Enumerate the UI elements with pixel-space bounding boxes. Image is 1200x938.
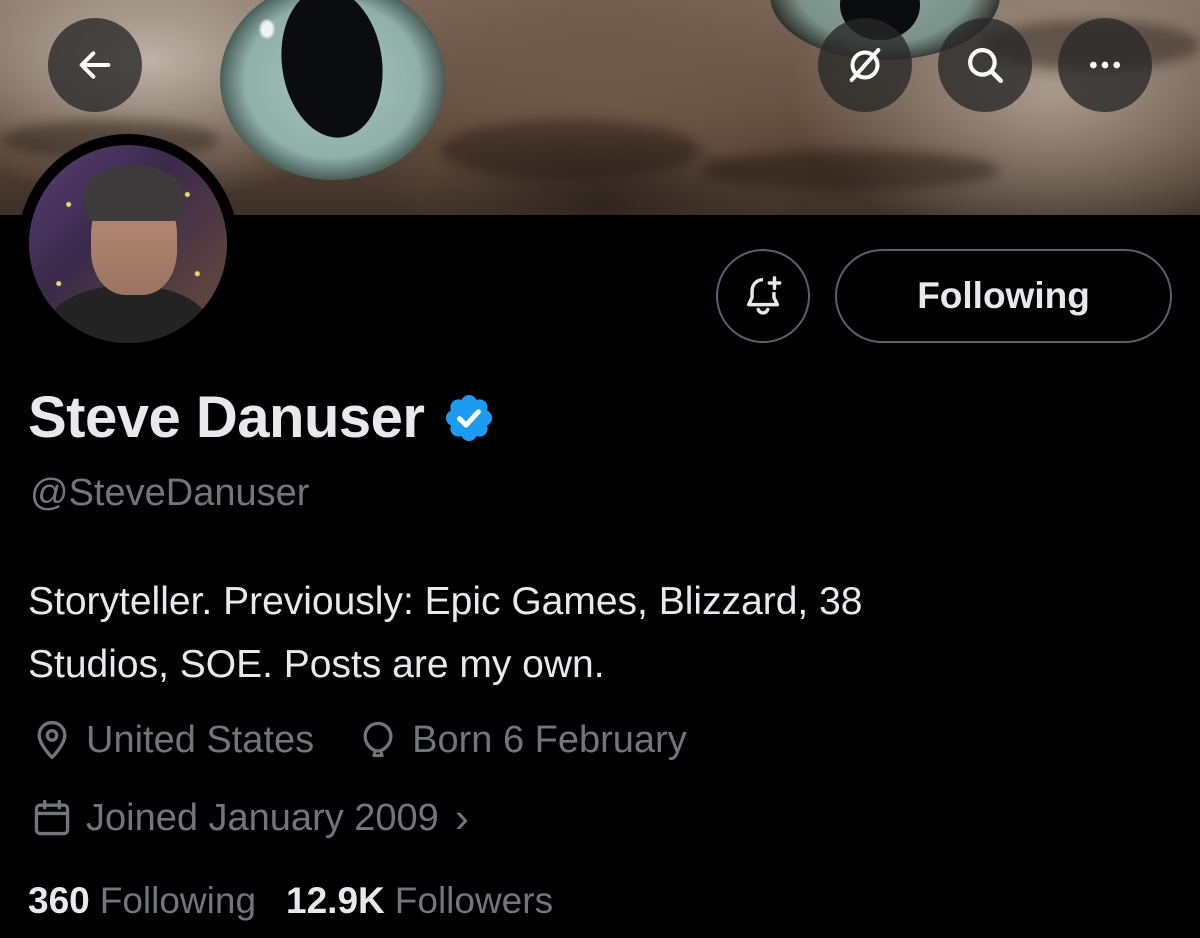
more-options-button[interactable] <box>1058 18 1152 112</box>
profile-meta-row: United States Born 6 February <box>30 718 687 762</box>
profile-location: United States <box>30 718 314 762</box>
followers-count: 12.9K <box>286 880 385 921</box>
ellipsis-icon <box>1090 61 1120 69</box>
following-label: Following <box>99 880 257 921</box>
back-button[interactable] <box>48 18 142 112</box>
search-button[interactable] <box>938 18 1032 112</box>
profile-joined-row[interactable]: Joined January 2009 › <box>30 794 469 842</box>
grok-button[interactable] <box>818 18 912 112</box>
verified-badge-icon[interactable] <box>442 391 496 445</box>
notifications-toggle-button[interactable] <box>716 249 810 343</box>
bell-plus-icon <box>746 276 782 315</box>
profile-birthday: Born 6 February <box>356 718 687 762</box>
followers-count-link[interactable]: 12.9K Followers <box>286 880 553 922</box>
bio-line: Storyteller. Previously: Epic Games, Bli… <box>28 580 863 623</box>
avatar-photo <box>29 145 227 343</box>
profile-handle: @SteveDanuser <box>30 472 310 514</box>
arrow-left-icon <box>79 51 111 79</box>
grok-icon <box>849 48 881 82</box>
following-button[interactable]: Following <box>835 249 1172 343</box>
profile-stats: 360 Following 12.9K Followers <box>28 880 583 922</box>
profile-avatar[interactable] <box>18 134 238 354</box>
balloon-icon <box>363 721 393 758</box>
calendar-icon <box>34 799 70 836</box>
joined-text: Joined January 2009 <box>86 796 439 839</box>
following-count-link[interactable]: 360 Following <box>28 880 256 922</box>
profile-name-row: Steve Danuser <box>28 384 496 451</box>
location-text: United States <box>86 718 315 761</box>
bio-line: Studios, SOE. Posts are my own. <box>28 643 605 686</box>
location-pin-icon <box>37 720 67 760</box>
followers-label: Followers <box>394 880 554 921</box>
following-count: 360 <box>28 880 90 921</box>
display-name: Steve Danuser <box>28 385 425 450</box>
search-icon <box>968 48 1004 84</box>
profile-joined[interactable]: Joined January 2009 › <box>30 794 469 842</box>
banner-cat-eye-left <box>220 0 445 180</box>
chevron-right-icon: › <box>454 794 469 841</box>
following-button-label: Following <box>917 275 1090 316</box>
birthday-text: Born 6 February <box>412 718 687 761</box>
profile-bio: Storyteller. Previously: Epic Games, Bli… <box>28 570 1128 696</box>
